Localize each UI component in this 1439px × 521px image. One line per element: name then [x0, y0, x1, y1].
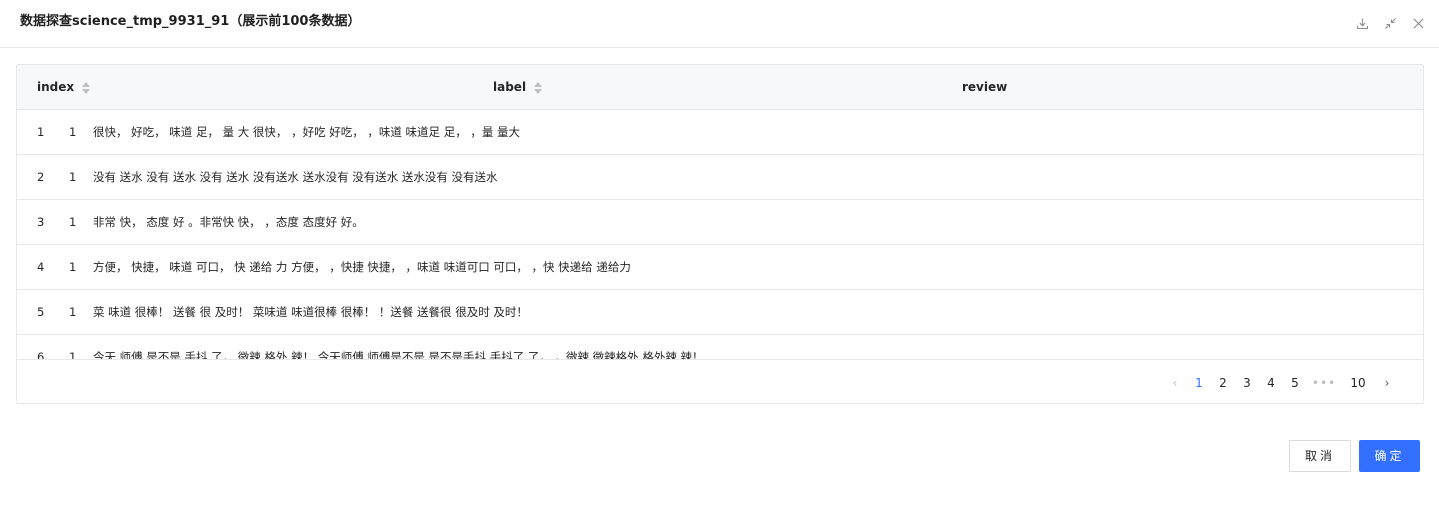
table-row: 6 1 今天 师傅 是不是 手抖 了， 微辣 格外 辣！ 今天师傅 师傅是不是 …: [17, 335, 1423, 359]
dialog-header: 数据探查science_tmp_9931_91（展示前100条数据）: [0, 0, 1439, 48]
column-header-review: review: [962, 80, 1008, 94]
page-2-button[interactable]: 2: [1211, 373, 1235, 393]
cell-label: 1: [69, 305, 77, 319]
confirm-button[interactable]: 确定: [1359, 440, 1420, 472]
table-row: 2 1 没有 送水 没有 送水 没有 送水 没有送水 送水没有 没有送水 送水没…: [17, 155, 1423, 200]
column-header-label[interactable]: label: [493, 65, 543, 110]
table-row: 3 1 非常 快， 态度 好 。非常快 快， ，态度 态度好 好。: [17, 200, 1423, 245]
table-row: 5 1 菜 味道 很棒！ 送餐 很 及时！ 菜味道 味道很棒 很棒！ ！送餐 送…: [17, 290, 1423, 335]
cell-label: 1: [69, 215, 77, 229]
table-row: 1 1 很快， 好吃， 味道 足， 量 大 很快， ，好吃 好吃， ，味道 味道…: [17, 110, 1423, 155]
next-page-button[interactable]: ›: [1375, 373, 1399, 393]
cell-review: 非常 快， 态度 好 。非常快 快， ，态度 态度好 好。: [93, 215, 364, 229]
cancel-button[interactable]: 取消: [1289, 440, 1351, 472]
cell-index: 4: [37, 260, 45, 274]
cell-review: 很快， 好吃， 味道 足， 量 大 很快， ，好吃 好吃， ，味道 味道足 足，…: [93, 125, 521, 139]
cell-label: 1: [69, 125, 77, 139]
cell-label: 1: [69, 350, 77, 359]
table-body[interactable]: 1 1 很快， 好吃， 味道 足， 量 大 很快， ，好吃 好吃， ，味道 味道…: [17, 110, 1423, 359]
cell-label: 1: [69, 260, 77, 274]
ellipsis-icon[interactable]: •••: [1307, 373, 1341, 393]
pagination: ‹ 1 2 3 4 5 ••• 10 ›: [1163, 373, 1399, 393]
column-header-index[interactable]: index: [37, 65, 91, 110]
page-1-button[interactable]: 1: [1187, 373, 1211, 393]
table-row: 4 1 方便， 快捷， 味道 可口， 快 递给 力 方便， ，快捷 快捷， ，味…: [17, 245, 1423, 290]
page-3-button[interactable]: 3: [1235, 373, 1259, 393]
close-icon[interactable]: [1411, 14, 1425, 32]
page-10-button[interactable]: 10: [1341, 373, 1375, 393]
shrink-icon[interactable]: [1383, 14, 1397, 32]
dialog-title: 数据探查science_tmp_9931_91（展示前100条数据）: [20, 14, 361, 29]
page-4-button[interactable]: 4: [1259, 373, 1283, 393]
cell-index: 6: [37, 350, 45, 359]
cell-review: 今天 师傅 是不是 手抖 了， 微辣 格外 辣！ 今天师傅 师傅是不是 是不是手…: [93, 350, 704, 359]
download-icon[interactable]: [1355, 14, 1369, 32]
table-header: index label review: [17, 65, 1423, 110]
cell-index: 1: [37, 125, 45, 139]
cell-review: 菜 味道 很棒！ 送餐 很 及时！ 菜味道 味道很棒 很棒！ ！送餐 送餐很 很…: [93, 305, 528, 319]
data-table: index label review 1 1 很快， 好吃， 味道 足， 量 大…: [16, 64, 1424, 404]
cell-label: 1: [69, 170, 77, 184]
cell-review: 没有 送水 没有 送水 没有 送水 没有送水 送水没有 没有送水 送水没有 没有…: [93, 170, 498, 184]
dialog-header-actions: [1355, 14, 1425, 32]
cell-index: 5: [37, 305, 45, 319]
pagination-bar: ‹ 1 2 3 4 5 ••• 10 ›: [17, 359, 1423, 403]
cell-index: 2: [37, 170, 45, 184]
sort-icon[interactable]: [534, 81, 543, 94]
cell-index: 3: [37, 215, 45, 229]
cell-review: 方便， 快捷， 味道 可口， 快 递给 力 方便， ，快捷 快捷， ，味道 味道…: [93, 260, 631, 274]
sort-icon[interactable]: [82, 81, 91, 94]
page-5-button[interactable]: 5: [1283, 373, 1307, 393]
prev-page-button[interactable]: ‹: [1163, 373, 1187, 393]
